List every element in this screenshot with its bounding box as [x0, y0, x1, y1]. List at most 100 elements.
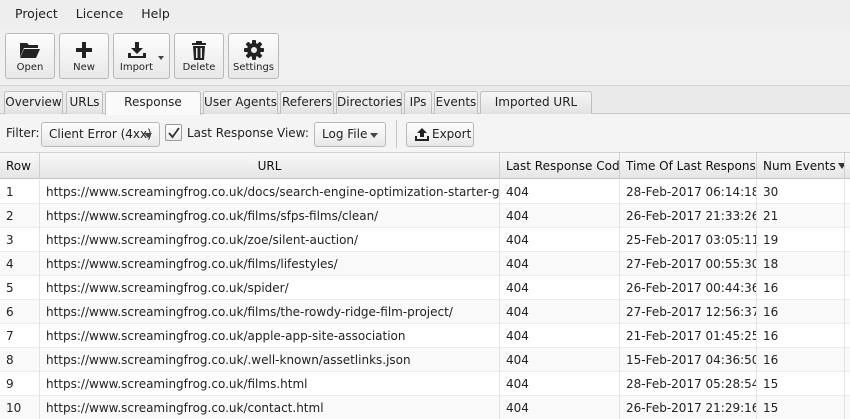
cell-time-of-last-response: 26-Feb-2017 00:44:36: [620, 276, 757, 300]
tab-imported-url-data[interactable]: Imported URL Data: [480, 91, 592, 130]
cell-url: https://www.screamingfrog.co.uk/films.ht…: [40, 372, 500, 396]
import-dropdown-arrow-icon[interactable]: [158, 56, 164, 60]
tab-directories[interactable]: Directories: [336, 91, 402, 114]
cell-overflow: [845, 276, 850, 300]
cell-row: 4: [0, 252, 40, 276]
export-label: Export: [432, 127, 472, 141]
cell-overflow: [845, 396, 850, 419]
cell-overflow: [845, 252, 850, 276]
cell-url: https://www.screamingfrog.co.uk/docs/sea…: [40, 180, 500, 204]
cell-num-events: 18: [757, 252, 845, 276]
filter-bar: Filter: Client Error (4xx) Last Response…: [0, 115, 850, 153]
import-button[interactable]: Import: [113, 33, 170, 79]
cell-url: https://www.screamingfrog.co.uk/contact.…: [40, 396, 500, 419]
open-label: Open: [16, 62, 44, 73]
cell-overflow: [845, 228, 850, 252]
cell-time-of-last-response: 27-Feb-2017 12:56:37: [620, 300, 757, 324]
table-row[interactable]: 1 https://www.screamingfrog.co.uk/docs/se…: [0, 180, 850, 204]
trash-icon: [175, 40, 223, 60]
import-label: Import: [119, 62, 154, 73]
table-row[interactable]: 5 https://www.screamingfrog.co.uk/spider/…: [0, 276, 850, 300]
cell-url: https://www.screamingfrog.co.uk/zoe/sile…: [40, 228, 500, 252]
settings-button[interactable]: Settings: [228, 33, 279, 79]
export-button[interactable]: Export: [406, 122, 474, 147]
cell-num-events: 15: [757, 396, 845, 419]
cell-last-response-code: 404: [500, 300, 620, 324]
menu-help[interactable]: Help: [132, 0, 179, 27]
table-header: Row URL Last Response Code Time Of Last …: [0, 153, 850, 179]
results-table: Row URL Last Response Code Time Of Last …: [0, 153, 850, 419]
column-header-overflow: [845, 153, 850, 179]
settings-label: Settings: [232, 62, 274, 73]
cell-num-events: 21: [757, 204, 845, 228]
gear-icon: [229, 40, 278, 60]
cell-row: 10: [0, 396, 40, 419]
table-body: 1 https://www.screamingfrog.co.uk/docs/se…: [0, 180, 850, 419]
menu-project[interactable]: Project: [6, 0, 67, 27]
cell-row: 9: [0, 372, 40, 396]
cell-time-of-last-response: 28-Feb-2017 06:14:18: [620, 180, 757, 204]
cell-num-events: 15: [757, 372, 845, 396]
view-value: Log File: [322, 127, 368, 141]
view-label: View:: [277, 126, 309, 140]
cell-num-events: 30: [757, 180, 845, 204]
last-response-checkbox[interactable]: [165, 124, 182, 141]
tab-user-agents[interactable]: User Agents: [203, 91, 278, 114]
column-header-row[interactable]: Row: [0, 153, 40, 179]
delete-button[interactable]: Delete: [174, 33, 224, 79]
new-label: New: [73, 62, 95, 73]
table-row[interactable]: 4 https://www.screamingfrog.co.uk/films/l…: [0, 252, 850, 276]
column-header-url[interactable]: URL: [40, 153, 500, 179]
cell-overflow: [845, 204, 850, 228]
cell-time-of-last-response: 15-Feb-2017 04:36:50: [620, 348, 757, 372]
cell-last-response-code: 404: [500, 276, 620, 300]
cell-url: https://www.screamingfrog.co.uk/spider/: [40, 276, 500, 300]
table-row[interactable]: 10 https://www.screamingfrog.co.uk/contac…: [0, 396, 850, 419]
table-row[interactable]: 6 https://www.screamingfrog.co.uk/films/t…: [0, 300, 850, 324]
tab-urls[interactable]: URLs: [66, 91, 103, 114]
cell-last-response-code: 404: [500, 252, 620, 276]
upload-icon: [415, 128, 429, 141]
num-events-header-label: Num Events: [763, 159, 836, 173]
table-row[interactable]: 8 https://www.screamingfrog.co.uk/.well-k…: [0, 348, 850, 372]
cell-num-events: 16: [757, 300, 845, 324]
cell-row: 6: [0, 300, 40, 324]
column-header-num-events[interactable]: Num Events: [757, 153, 845, 179]
cell-row: 5: [0, 276, 40, 300]
table-row[interactable]: 9 https://www.screamingfrog.co.uk/films.h…: [0, 372, 850, 396]
filter-select[interactable]: Client Error (4xx): [41, 122, 160, 147]
open-button[interactable]: Open: [5, 33, 55, 79]
cell-last-response-code: 404: [500, 372, 620, 396]
plus-icon: [60, 40, 108, 60]
cell-num-events: 16: [757, 348, 845, 372]
cell-last-response-code: 404: [500, 396, 620, 419]
cell-last-response-code: 404: [500, 324, 620, 348]
table-row[interactable]: 2 https://www.screamingfrog.co.uk/films/s…: [0, 204, 850, 228]
tab-overview[interactable]: Overview: [4, 91, 63, 114]
toolbar-divider: [396, 120, 397, 148]
cell-num-events: 16: [757, 324, 845, 348]
cell-last-response-code: 404: [500, 348, 620, 372]
cell-url: https://www.screamingfrog.co.uk/.well-kn…: [40, 348, 500, 372]
tab-referers[interactable]: Referers: [280, 91, 334, 114]
cell-url: https://www.screamingfrog.co.uk/films/th…: [40, 300, 500, 324]
filter-label: Filter:: [6, 126, 40, 140]
cell-time-of-last-response: 27-Feb-2017 00:55:30: [620, 252, 757, 276]
chevron-down-icon: [144, 133, 152, 138]
cell-num-events: 19: [757, 228, 845, 252]
table-row[interactable]: 7 https://www.screamingfrog.co.uk/apple-a…: [0, 324, 850, 348]
tab-response-codes[interactable]: Response Codes: [105, 91, 201, 130]
menu-licence[interactable]: Licence: [67, 0, 133, 27]
sort-descending-icon: [837, 163, 844, 169]
cell-row: 2: [0, 204, 40, 228]
tab-ips[interactable]: IPs: [404, 91, 432, 114]
view-select[interactable]: Log File: [314, 122, 386, 147]
cell-time-of-last-response: 28-Feb-2017 05:28:54: [620, 372, 757, 396]
table-row[interactable]: 3 https://www.screamingfrog.co.uk/zoe/sil…: [0, 228, 850, 252]
column-header-last-response-code[interactable]: Last Response Code: [500, 153, 620, 179]
checkmark-icon: [168, 127, 180, 139]
last-response-label[interactable]: Last Response: [187, 126, 273, 140]
tab-events[interactable]: Events: [434, 91, 478, 114]
column-header-time-of-last-response[interactable]: Time Of Last Response: [620, 153, 757, 179]
new-button[interactable]: New: [59, 33, 109, 79]
